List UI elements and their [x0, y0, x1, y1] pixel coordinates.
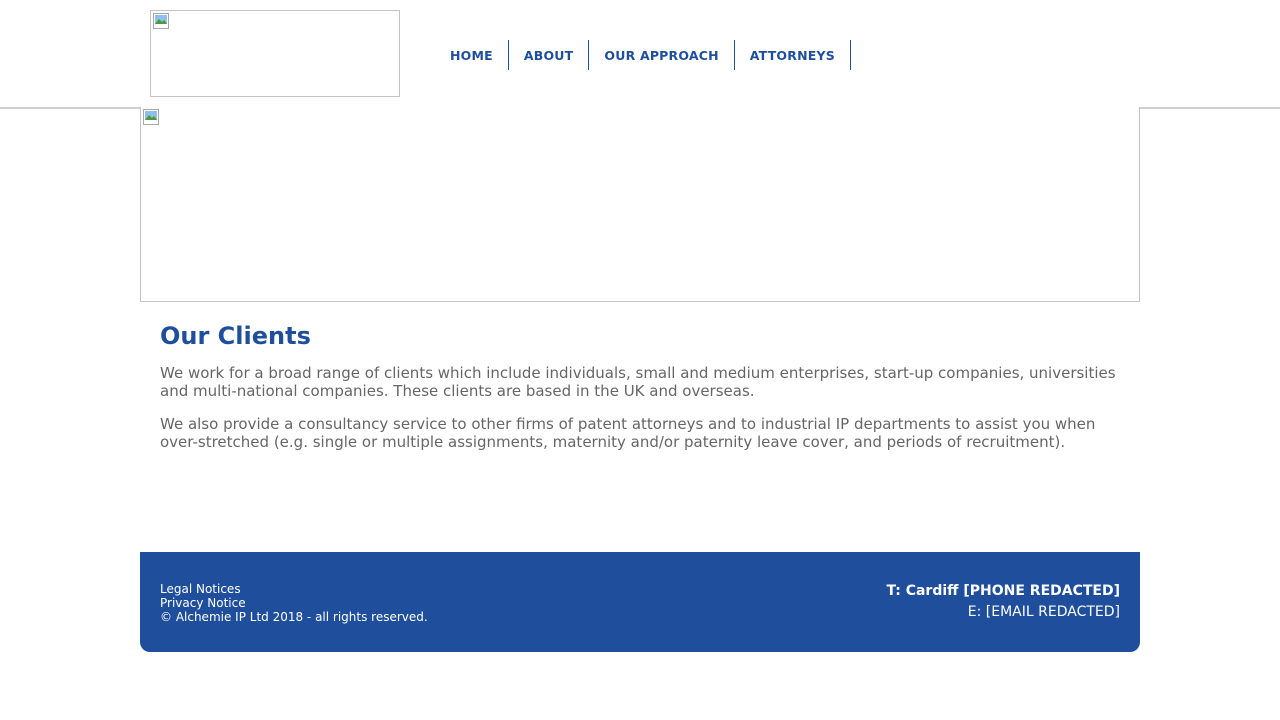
footer-email[interactable]: E: [EMAIL REDACTED] [886, 602, 1120, 623]
nav-item-our-approach[interactable]: OUR APPROACH [589, 40, 735, 70]
nav-item-about[interactable]: ABOUT [509, 40, 590, 70]
broken-image-icon [153, 13, 169, 29]
main-nav: HOME ABOUT OUR APPROACH ATTORNEYS [435, 40, 851, 70]
copyright-text: © Alchemie IP Ltd 2018 - all rights rese… [160, 610, 428, 624]
hero-banner-image [140, 107, 1140, 302]
site-footer: Legal Notices Privacy Notice © Alchemie … [140, 552, 1140, 652]
consultancy-paragraph: We also provide a consultancy service to… [160, 415, 1096, 451]
broken-image-icon [143, 109, 159, 125]
footer-links: Legal Notices Privacy Notice © Alchemie … [160, 582, 428, 624]
footer-phone: T: Cardiff [PHONE REDACTED] [886, 583, 1120, 599]
main-content: Our Clients We work for a broad range of… [160, 320, 1130, 466]
nav-item-home[interactable]: HOME [435, 40, 509, 70]
nav-item-attorneys[interactable]: ATTORNEYS [735, 40, 851, 70]
intro-paragraph: We work for a broad range of clients whi… [160, 364, 1116, 400]
page-title: Our Clients [160, 322, 311, 350]
site-header: HOME ABOUT OUR APPROACH ATTORNEYS [0, 0, 1280, 109]
privacy-notice-link[interactable]: Privacy Notice [160, 596, 428, 610]
legal-notices-link[interactable]: Legal Notices [160, 582, 428, 596]
footer-contact: T: Cardiff [PHONE REDACTED] E: [EMAIL RE… [886, 581, 1120, 623]
site-logo[interactable] [150, 10, 400, 97]
